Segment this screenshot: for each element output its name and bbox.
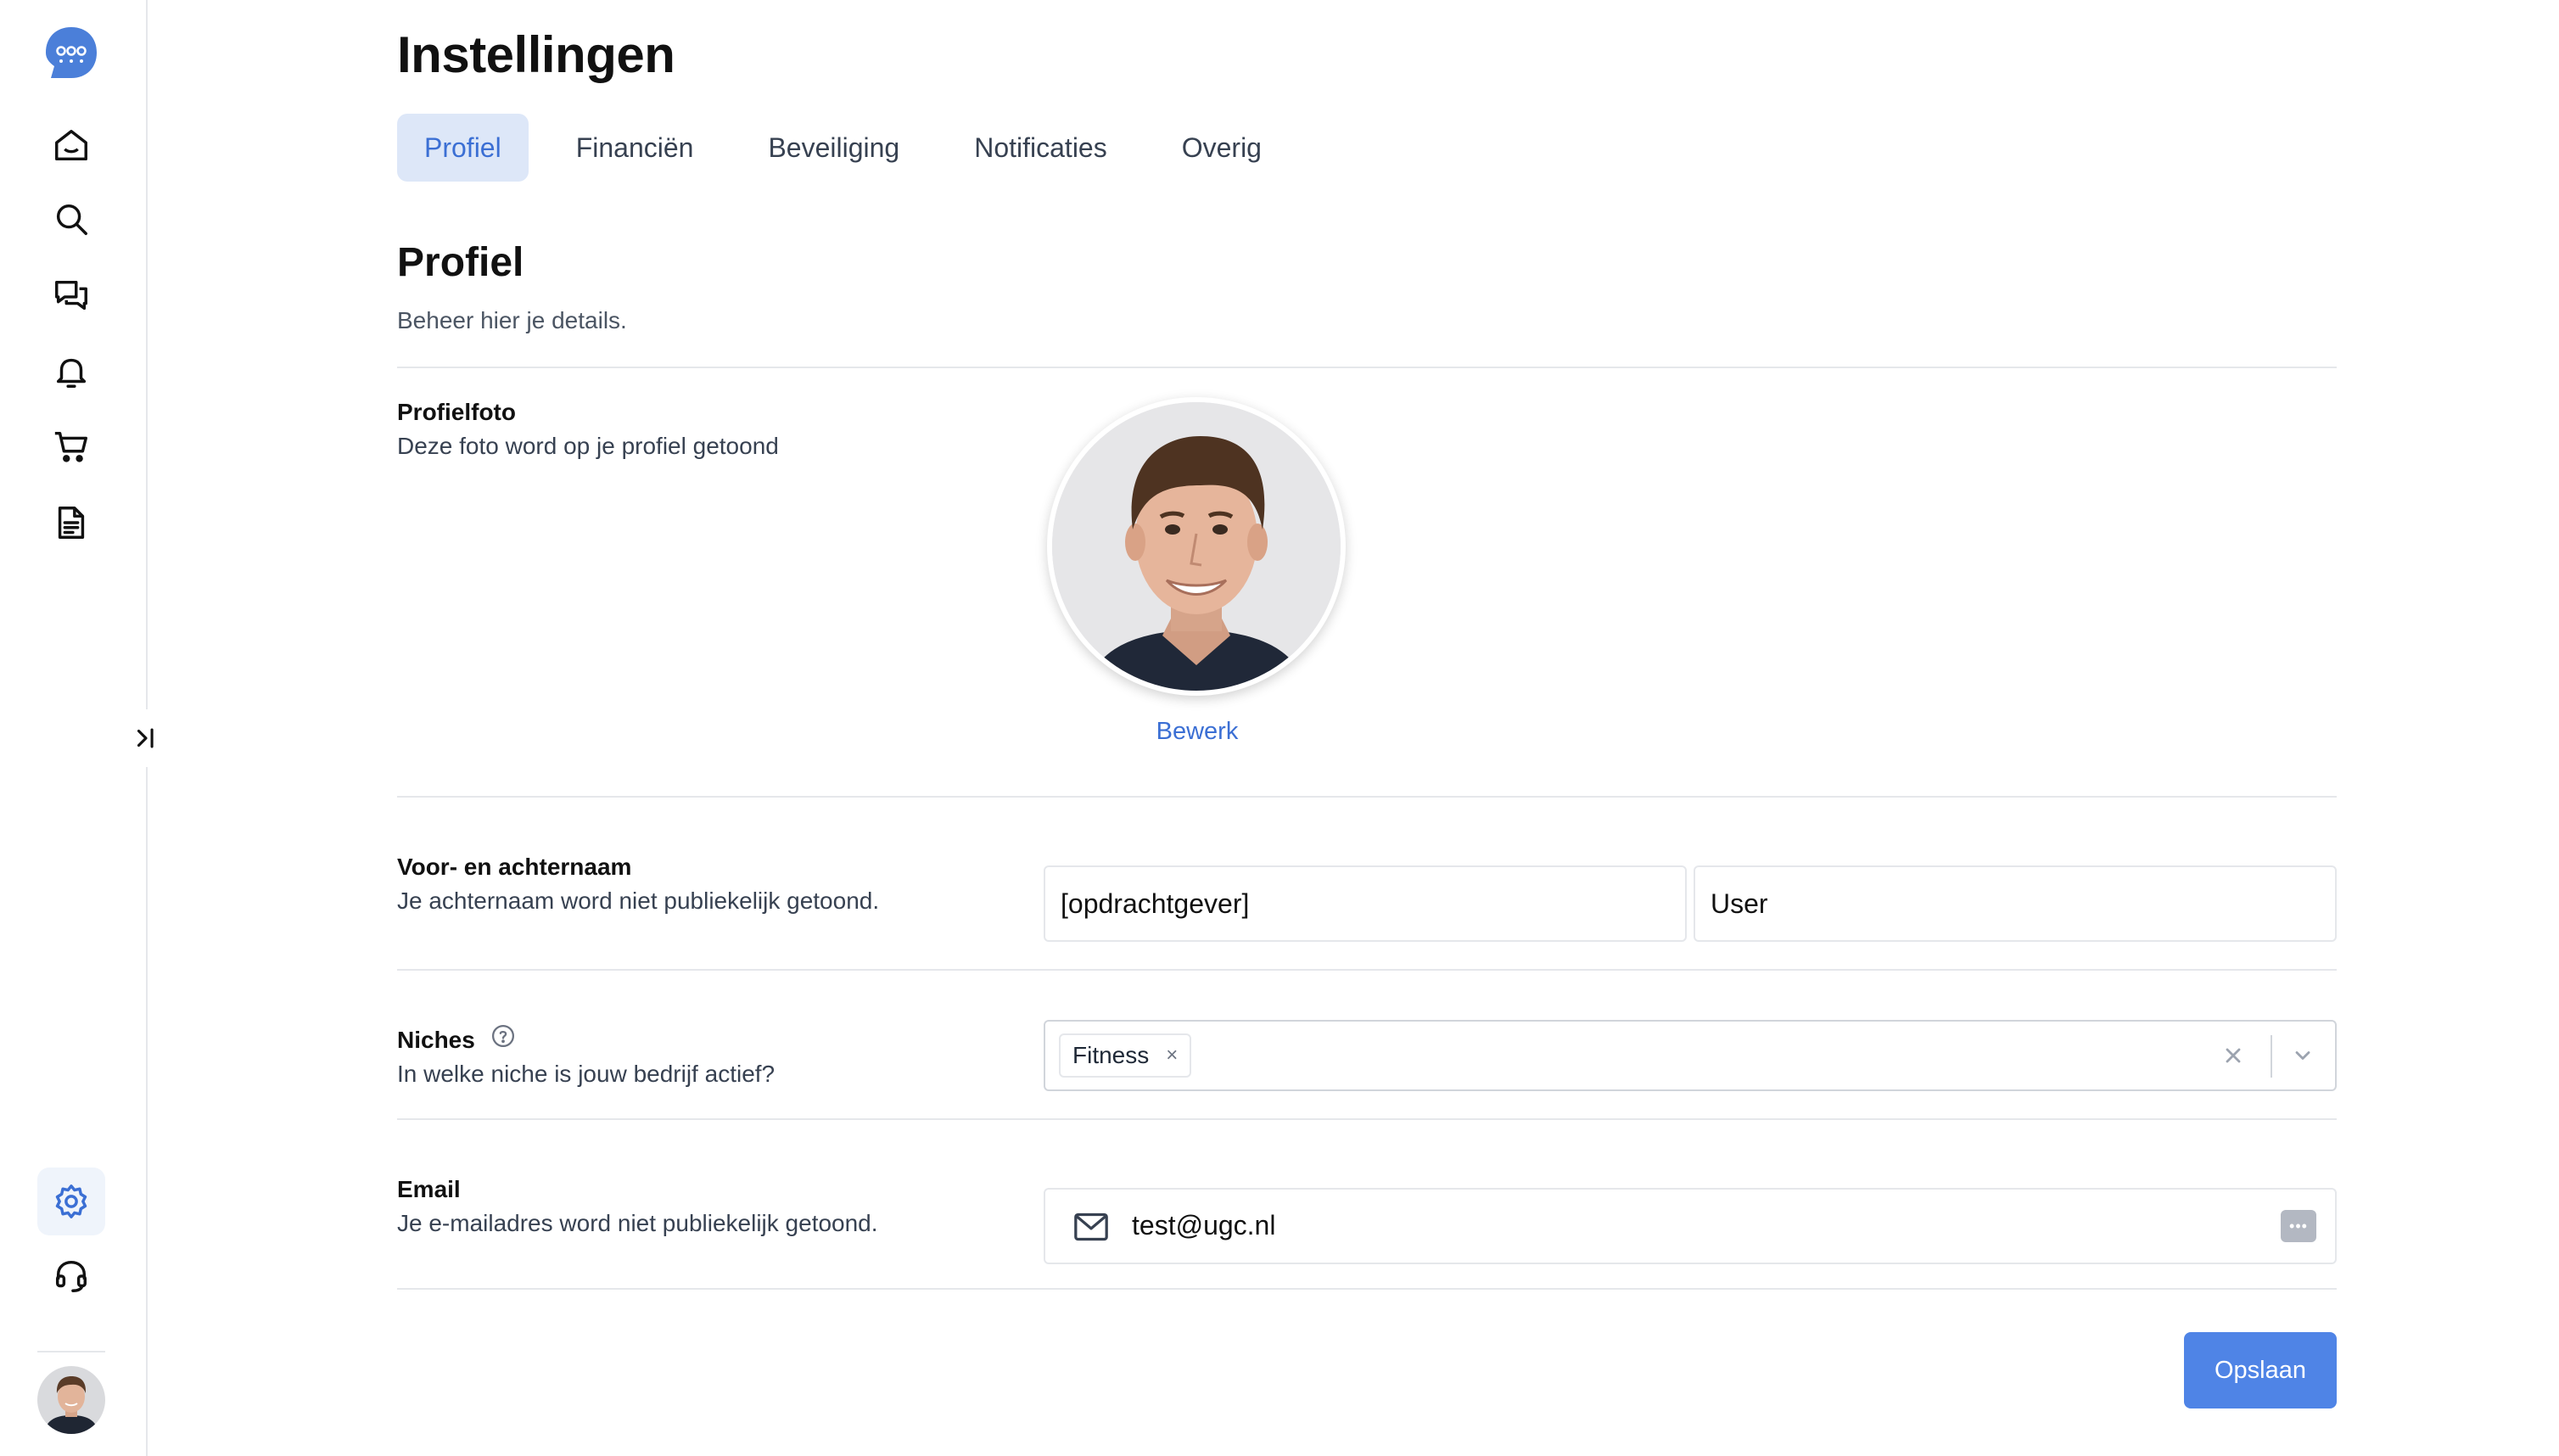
- chevron-down-icon[interactable]: [2286, 1039, 2320, 1072]
- section-title: Profiel: [397, 240, 524, 285]
- avatar[interactable]: [37, 1366, 105, 1434]
- home-icon: [55, 130, 87, 161]
- first-name-field[interactable]: [opdrachtgever]: [1044, 865, 1687, 942]
- sidebar-item-notifications[interactable]: [37, 338, 105, 406]
- niches-description: In welke niche is jouw bedrijf actief?: [397, 1061, 776, 1087]
- email-label: Email: [397, 1176, 461, 1202]
- profile-photo-description: Deze foto word op je profiel getoond: [397, 433, 779, 459]
- chat-icon: [55, 280, 87, 311]
- password-manager-icon[interactable]: •••: [2281, 1210, 2316, 1242]
- tab-overig[interactable]: Overig: [1155, 114, 1289, 182]
- cart-icon: [54, 431, 87, 462]
- help-icon[interactable]: [490, 1023, 516, 1049]
- email-field[interactable]: test@ugc.nl •••: [1044, 1188, 2337, 1264]
- sidebar: [0, 0, 168, 1456]
- sidebar-item-home[interactable]: [37, 112, 105, 180]
- document-icon: [58, 507, 85, 539]
- divider: [397, 1288, 2337, 1290]
- gear-icon: [55, 1184, 87, 1218]
- email-value: test@ugc.nl: [1132, 1210, 1276, 1240]
- niches-select[interactable]: Fitness ×: [1044, 1020, 2337, 1091]
- sidebar-item-cart[interactable]: [37, 412, 105, 480]
- profile-photo-label: Profielfoto: [397, 399, 516, 425]
- sidebar-item-documents[interactable]: [37, 489, 105, 557]
- section-subtitle: Beheer hier je details.: [397, 307, 627, 333]
- divider: [397, 1118, 2337, 1120]
- logo-icon[interactable]: [44, 25, 98, 80]
- select-separator: [2271, 1035, 2272, 1078]
- niche-chip: Fitness ×: [1059, 1033, 1192, 1078]
- last-name-field[interactable]: User: [1694, 865, 2337, 942]
- sidebar-item-messages[interactable]: [37, 261, 105, 329]
- remove-chip-icon[interactable]: ×: [1166, 1044, 1178, 1067]
- expand-sidebar-icon: [137, 728, 154, 748]
- save-button[interactable]: Opslaan: [2184, 1332, 2337, 1408]
- clear-icon[interactable]: [2216, 1039, 2250, 1072]
- tab-beveiliging[interactable]: Beveiliging: [741, 114, 927, 182]
- tab-profiel[interactable]: Profiel: [397, 114, 529, 182]
- niche-chip-label: Fitness: [1072, 1042, 1150, 1068]
- headset-icon: [55, 1260, 87, 1292]
- search-icon: [56, 204, 87, 235]
- divider: [397, 796, 2337, 798]
- divider: [397, 969, 2337, 971]
- bell-icon: [56, 358, 87, 388]
- email-description: Je e-mailadres word niet publiekelijk ge…: [397, 1210, 878, 1236]
- page-title: Instellingen: [397, 26, 675, 83]
- niches-label: Niches: [397, 1027, 475, 1053]
- sidebar-item-support[interactable]: [37, 1242, 105, 1310]
- tab-financien[interactable]: Financiën: [549, 114, 721, 182]
- tab-notificaties[interactable]: Notificaties: [947, 114, 1134, 182]
- mail-icon: [1074, 1212, 1108, 1241]
- sidebar-divider: [37, 1351, 105, 1352]
- sidebar-item-search[interactable]: [37, 185, 105, 253]
- name-label: Voor- en achternaam: [397, 854, 632, 880]
- sidebar-toggle[interactable]: [124, 709, 168, 767]
- sidebar-item-settings[interactable]: [37, 1168, 105, 1235]
- name-description: Je achternaam word niet publiekelijk get…: [397, 888, 880, 914]
- divider: [397, 367, 2337, 368]
- profile-photo: [1047, 397, 1346, 696]
- settings-tabs: Profiel Financiën Beveiliging Notificati…: [397, 114, 1309, 182]
- edit-photo-link[interactable]: Bewerk: [1151, 718, 1244, 746]
